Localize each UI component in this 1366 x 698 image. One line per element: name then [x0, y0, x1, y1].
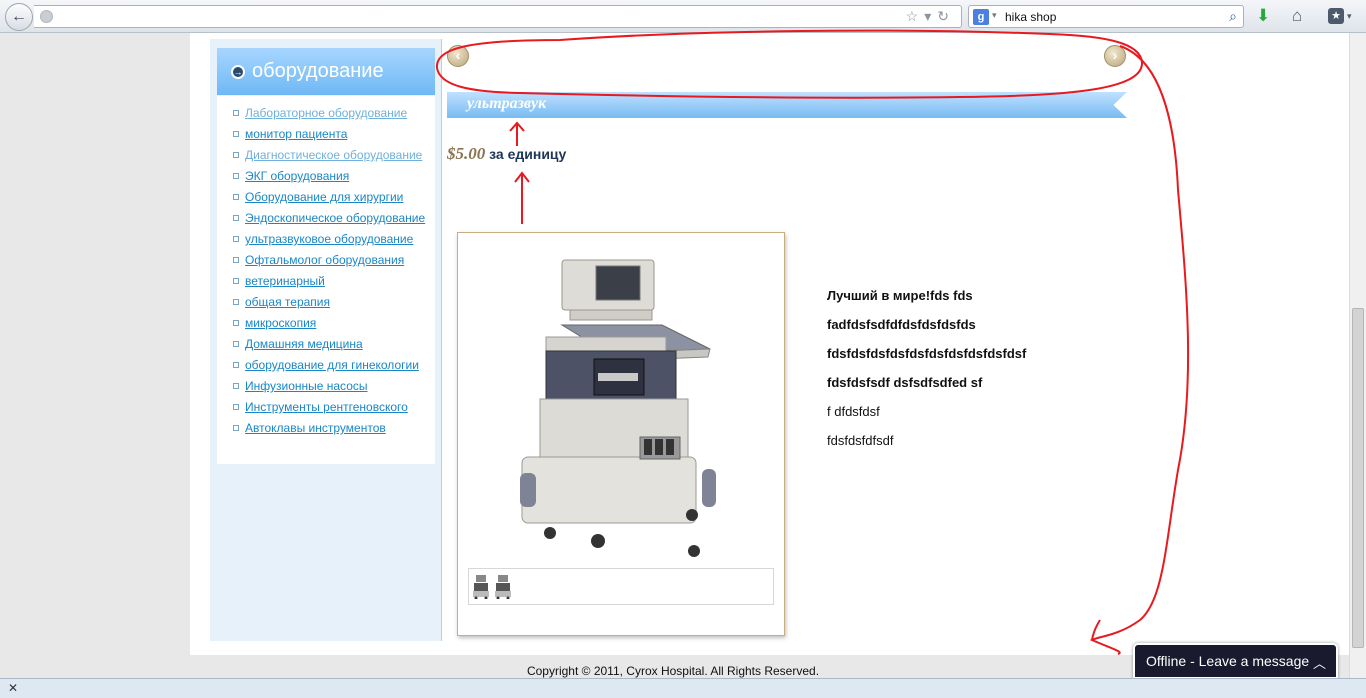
category-item: Лабораторное оборудование	[217, 105, 435, 121]
copyright-text: Copyright © 2011, Cyrox Hospital. All Ri…	[526, 664, 820, 678]
category-link[interactable]: Инфузионные насосы	[245, 379, 368, 393]
url-bar-icons: ☆▾↻	[906, 8, 955, 25]
category-item: ультразвуковое оборудование	[217, 231, 435, 247]
category-link[interactable]: общая терапия	[245, 295, 330, 309]
chat-label: Offline - Leave a message	[1146, 653, 1310, 669]
browser-toolbar: ← ☆▾↻ g ▾ hika shop ⌕ ⬇ ⌂ ★ ▾	[0, 0, 1366, 33]
price-value: $5.00	[447, 144, 486, 163]
thumbnail-strip	[468, 568, 774, 605]
description-line: fdsfdsfsdf dsfsdfsdfed sf	[827, 375, 983, 390]
category-item: Инструменты рентгеновского	[217, 399, 435, 415]
category-link[interactable]: оборудование для гинекологии	[245, 358, 419, 372]
thumbnail-image[interactable]	[494, 573, 512, 599]
url-bar[interactable]: ☆▾↻	[34, 5, 962, 28]
sidebar-title: оборудование	[252, 60, 384, 82]
category-sidebar: → оборудование Лабораторное оборудование…	[210, 39, 442, 641]
download-icon[interactable]: ⬇	[1256, 6, 1270, 26]
category-item: Домашняя медицина	[217, 336, 435, 352]
back-arrow-icon[interactable]: ←	[5, 3, 33, 31]
category-item: монитор пациента	[217, 126, 435, 142]
product-price: $5.00 за единицу	[447, 144, 566, 164]
sidebar-header: → оборудование	[217, 48, 435, 95]
category-link[interactable]: микроскопия	[245, 316, 316, 330]
category-link[interactable]: Диагностическое оборудование	[245, 148, 422, 162]
ultrasound-machine-image[interactable]	[458, 233, 784, 563]
next-product-button[interactable]: ›	[1104, 45, 1126, 67]
category-link[interactable]: Оборудование для хирургии	[245, 190, 403, 204]
scrollbar-thumb[interactable]	[1352, 308, 1364, 648]
category-item: Эндоскопическое оборудование	[217, 210, 435, 226]
category-item: Автоклавы инструментов	[217, 420, 435, 436]
home-icon[interactable]: ⌂	[1292, 6, 1302, 26]
category-item: Диагностическое оборудование	[217, 147, 435, 163]
category-item: ветеринарный	[217, 273, 435, 289]
description-line: fadfdsfsdfdfdsfdsfdsfds	[827, 317, 976, 332]
thumbnail-image[interactable]	[472, 573, 490, 599]
category-item: Оборудование для хирургии	[217, 189, 435, 205]
arrow-circle-icon: →	[231, 64, 245, 79]
category-link[interactable]: Лабораторное оборудование	[245, 106, 407, 120]
vertical-scrollbar[interactable]	[1349, 33, 1366, 678]
search-bar[interactable]: g ▾ hika shop ⌕	[968, 5, 1244, 28]
product-category: ультразвук	[467, 95, 547, 112]
category-link[interactable]: Инструменты рентгеновского	[245, 400, 408, 414]
chevron-up-icon[interactable]: ︿	[1313, 653, 1326, 672]
product-description: Лучший в мире!fds fds fadfdsfsdfdfdsfdsf…	[827, 288, 1127, 462]
previous-product-button[interactable]: ‹	[447, 45, 469, 67]
star-icon[interactable]: ☆	[906, 8, 925, 24]
price-unit: за единицу	[489, 146, 567, 162]
description-line: fdsfdsfdsfdsfdsfdsfdsfdsfdsfdsf	[827, 346, 1027, 361]
category-link[interactable]: монитор пациента	[245, 127, 347, 141]
category-link[interactable]: ЭКГ оборудования	[245, 169, 349, 183]
reload-icon[interactable]: ↻	[937, 8, 955, 24]
category-list: Лабораторное оборудование монитор пациен…	[217, 96, 435, 464]
search-input[interactable]: hika shop	[1005, 10, 1056, 24]
bookmarks-dropdown-icon[interactable]: ▾	[1347, 11, 1352, 22]
category-link[interactable]: ультразвуковое оборудование	[245, 232, 413, 246]
category-item: ЭКГ оборудования	[217, 168, 435, 184]
category-item: микроскопия	[217, 315, 435, 331]
category-link[interactable]: Эндоскопическое оборудование	[245, 211, 425, 225]
globe-icon	[40, 10, 53, 23]
search-engine-dropdown-icon[interactable]: ▾	[992, 10, 997, 21]
category-link[interactable]: Домашняя медицина	[245, 337, 363, 351]
chat-widget[interactable]: Offline - Leave a message ︿	[1133, 643, 1338, 679]
category-item: Офтальмолог оборудования	[217, 252, 435, 268]
google-icon[interactable]: g	[973, 9, 989, 25]
category-link[interactable]: Офтальмолог оборудования	[245, 253, 404, 267]
description-line: fdsfdsfdfsdf	[827, 433, 894, 448]
magnifier-icon[interactable]: ⌕	[1229, 8, 1237, 25]
category-item: оборудование для гинекологии	[217, 357, 435, 373]
status-bar: ✕	[0, 678, 1366, 698]
category-item: Инфузионные насосы	[217, 378, 435, 394]
page-content: → оборудование Лабораторное оборудование…	[190, 33, 1352, 655]
category-link[interactable]: ветеринарный	[245, 274, 325, 288]
column-divider	[441, 39, 442, 641]
category-ribbon: ультразвук	[447, 92, 1127, 118]
description-line: f dfdsfdsf	[827, 404, 880, 419]
category-item: общая терапия	[217, 294, 435, 310]
description-line: Лучший в мире!fds fds	[827, 288, 973, 303]
bookmarks-icon[interactable]: ★	[1328, 8, 1344, 24]
category-link[interactable]: Автоклавы инструментов	[245, 421, 386, 435]
dropdown-arrow-icon[interactable]: ▾	[924, 8, 937, 24]
close-icon[interactable]: ✕	[8, 681, 18, 695]
product-image-frame	[457, 232, 785, 636]
